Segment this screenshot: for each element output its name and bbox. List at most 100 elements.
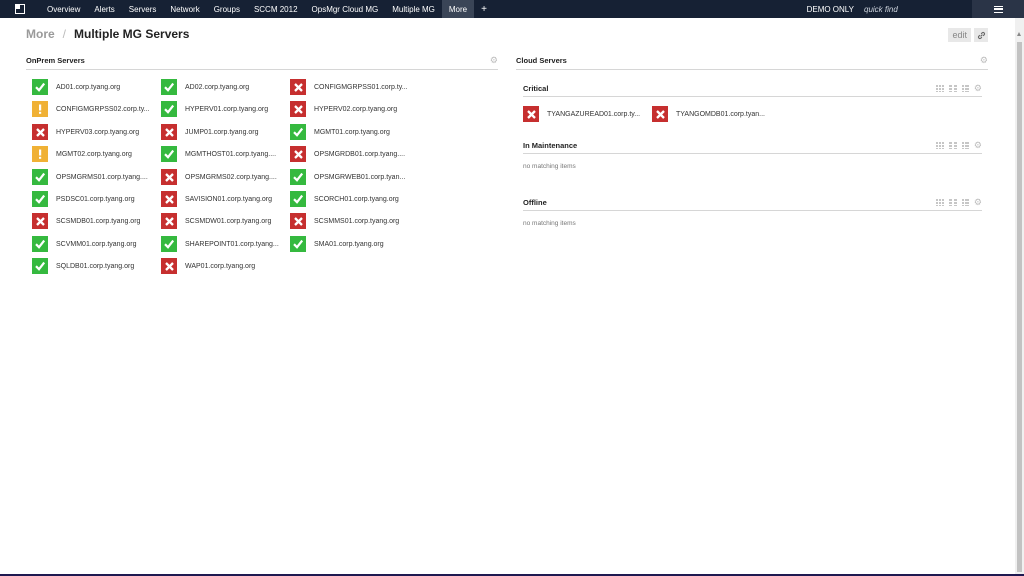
app-logo-icon[interactable]	[0, 0, 40, 18]
server-tile[interactable]: SCVMM01.corp.tyang.org	[32, 236, 137, 252]
status-warning-icon	[32, 146, 48, 162]
server-name: SQLDB01.corp.tyang.org	[56, 262, 135, 270]
critical-title: Critical	[523, 84, 549, 93]
server-name: SCSMDB01.corp.tyang.org	[56, 217, 141, 225]
tile-view-icon[interactable]	[948, 85, 957, 92]
divider	[523, 153, 982, 154]
scrollbar[interactable]	[1015, 18, 1024, 574]
server-tile[interactable]: SQLDB01.corp.tyang.org	[32, 258, 134, 274]
nav-item-groups[interactable]: Groups	[207, 0, 247, 18]
status-check-icon	[161, 101, 177, 117]
server-tile[interactable]: JUMP01.corp.tyang.org	[161, 124, 259, 140]
breadcrumb-more[interactable]: More	[26, 27, 55, 41]
server-tile[interactable]: PSDSC01.corp.tyang.org	[32, 191, 135, 207]
menu-button[interactable]	[972, 0, 1024, 18]
nav-menu: Overview Alerts Servers Network Groups SCCM 2…	[40, 0, 475, 18]
gear-icon[interactable]: ⚙	[490, 56, 498, 65]
nav-item-overview[interactable]: Overview	[40, 0, 87, 18]
status-error-x-icon	[290, 146, 306, 162]
server-tile[interactable]: SCSMMS01.corp.tyang.org	[290, 213, 399, 229]
nav-item-network[interactable]: Network	[163, 0, 206, 18]
status-check-icon	[290, 191, 306, 207]
link-button[interactable]	[974, 28, 988, 42]
status-check-icon	[161, 236, 177, 252]
status-check-icon	[32, 191, 48, 207]
status-check-icon	[290, 169, 306, 185]
server-tile[interactable]: MGMT02.corp.tyang.org	[32, 146, 132, 162]
server-name: MGMT01.corp.tyang.org	[314, 128, 390, 136]
grid-view-icon[interactable]	[935, 199, 944, 206]
server-tile[interactable]: OPSMGRWEB01.corp.tyan...	[290, 169, 405, 185]
server-name: SAVISION01.corp.tyang.org	[185, 195, 273, 203]
scrollbar-thumb[interactable]	[1017, 42, 1022, 572]
empty-message: no matching items	[523, 163, 576, 170]
edit-button[interactable]: edit	[948, 28, 971, 42]
gear-icon[interactable]: ⚙	[974, 84, 982, 93]
server-tile[interactable]: SHAREPOINT01.corp.tyang...	[161, 236, 279, 252]
nav-item-more[interactable]: More	[441, 0, 475, 18]
nav-item-opsmgr-cloud-mg[interactable]: OpsMgr Cloud MG	[305, 0, 386, 18]
status-error-x-icon	[161, 169, 177, 185]
tile-view-icon[interactable]	[948, 142, 957, 149]
status-error-x-icon	[290, 101, 306, 117]
server-tile[interactable]: TYANGAZUREAD01.corp.ty...	[523, 106, 640, 122]
status-check-icon	[161, 79, 177, 95]
server-tile[interactable]: AD02.corp.tyang.org	[161, 79, 249, 95]
server-tile[interactable]: MGMTHOST01.corp.tyang....	[161, 146, 276, 162]
server-name: SMA01.corp.tyang.org	[314, 240, 384, 248]
server-tile[interactable]: SCSMDB01.corp.tyang.org	[32, 213, 140, 229]
quick-find-input[interactable]	[864, 4, 954, 14]
add-tab-button[interactable]: +	[474, 0, 494, 18]
server-tile[interactable]: HYPERV02.corp.tyang.org	[290, 101, 397, 117]
nav-item-sccm-2012[interactable]: SCCM 2012	[247, 0, 305, 18]
gear-icon[interactable]: ⚙	[974, 198, 982, 207]
server-name: JUMP01.corp.tyang.org	[185, 128, 259, 136]
status-error-x-icon	[523, 106, 539, 122]
server-tile[interactable]: OPSMGRDB01.corp.tyang....	[290, 146, 405, 162]
server-name: MGMT02.corp.tyang.org	[56, 150, 132, 158]
server-name: AD01.corp.tyang.org	[56, 83, 121, 91]
status-error-x-icon	[652, 106, 668, 122]
server-name: TYANGOMDB01.corp.tyan...	[676, 110, 765, 118]
gear-icon[interactable]: ⚙	[974, 141, 982, 150]
nav-item-multiple-mg[interactable]: Multiple MG	[385, 0, 442, 18]
server-tile[interactable]: SAVISION01.corp.tyang.org	[161, 191, 272, 207]
server-tile[interactable]: SMA01.corp.tyang.org	[290, 236, 384, 252]
server-tile[interactable]: AD01.corp.tyang.org	[32, 79, 120, 95]
status-error-x-icon	[32, 213, 48, 229]
server-tile[interactable]: HYPERV03.corp.tyang.org	[32, 124, 139, 140]
maintenance-title: In Maintenance	[523, 141, 578, 150]
server-name: HYPERV01.corp.tyang.org	[185, 105, 269, 113]
server-name: OPSMGRDB01.corp.tyang....	[314, 150, 406, 158]
status-error-x-icon	[161, 213, 177, 229]
server-tile[interactable]: SCORCH01.corp.tyang.org	[290, 191, 399, 207]
server-tile[interactable]: TYANGOMDB01.corp.tyan...	[652, 106, 765, 122]
server-tile[interactable]: SCSMDW01.corp.tyang.org	[161, 213, 271, 229]
tile-view-icon[interactable]	[948, 199, 957, 206]
critical-section: Critical ⚙ TYANGAZUREAD01.corp.ty... TYAN…	[523, 83, 982, 126]
cloud-title: Cloud Servers	[516, 56, 567, 65]
server-tile[interactable]: OPSMGRMS02.corp.tyang....	[161, 169, 277, 185]
server-tile[interactable]: HYPERV01.corp.tyang.org	[161, 101, 268, 117]
server-name: HYPERV02.corp.tyang.org	[314, 105, 398, 113]
server-name: OPSMGRMS02.corp.tyang....	[185, 173, 277, 181]
list-view-icon[interactable]	[961, 85, 969, 92]
scroll-up-icon[interactable]	[1017, 32, 1021, 36]
maintenance-section: In Maintenance ⚙ no matching items	[523, 140, 982, 170]
server-tile[interactable]: WAP01.corp.tyang.org	[161, 258, 255, 274]
nav-item-alerts[interactable]: Alerts	[87, 0, 121, 18]
server-tile[interactable]: MGMT01.corp.tyang.org	[290, 124, 390, 140]
status-error-x-icon	[290, 79, 306, 95]
gear-icon[interactable]: ⚙	[980, 56, 988, 65]
server-tile[interactable]: CONFIGMGRPSS01.corp.ty...	[290, 79, 408, 95]
list-view-icon[interactable]	[961, 199, 969, 206]
server-tile[interactable]: CONFIGMGRPSS02.corp.ty...	[32, 101, 150, 117]
grid-view-icon[interactable]	[935, 85, 944, 92]
list-view-icon[interactable]	[961, 142, 969, 149]
server-name: SCSMDW01.corp.tyang.org	[185, 217, 272, 225]
cloud-panel: Cloud Servers ⚙	[516, 55, 988, 70]
breadcrumb-separator: /	[62, 27, 67, 41]
nav-item-servers[interactable]: Servers	[122, 0, 164, 18]
grid-view-icon[interactable]	[935, 142, 944, 149]
server-tile[interactable]: OPSMGRMS01.corp.tyang....	[32, 169, 148, 185]
